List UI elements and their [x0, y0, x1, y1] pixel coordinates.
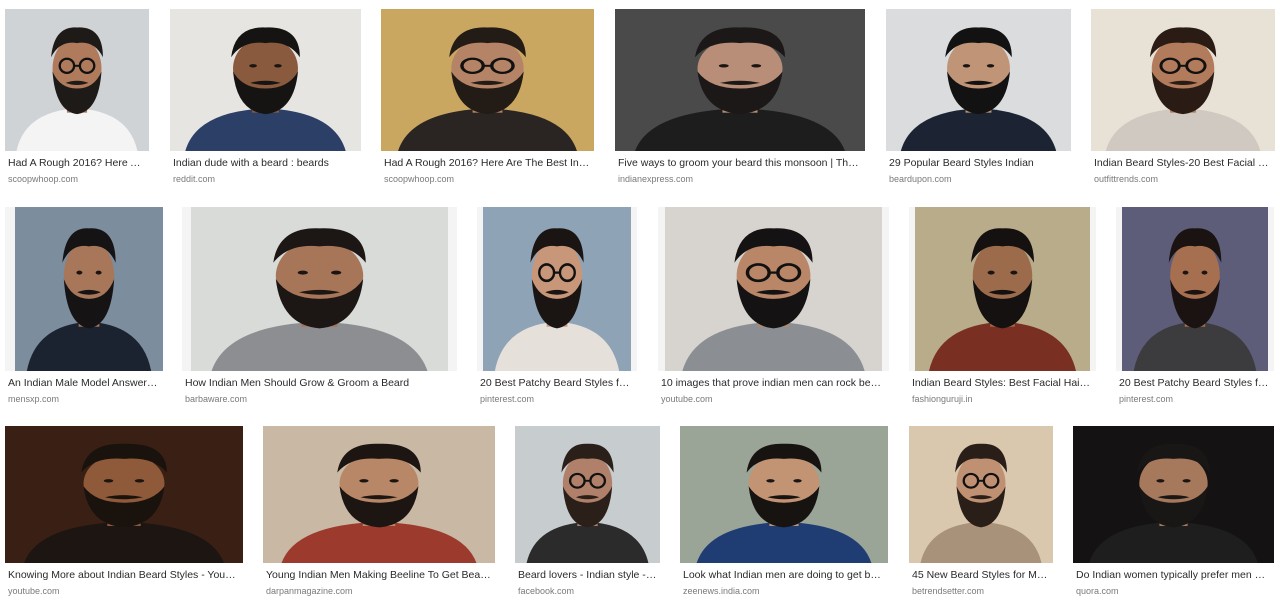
image-result-card[interactable]: Do Indian women typically prefer men wit… — [1073, 426, 1274, 601]
result-source-domain[interactable]: pinterest.com — [480, 394, 534, 405]
thumbnail-image[interactable] — [909, 426, 1053, 563]
thumbnail-image[interactable] — [680, 426, 888, 563]
image-result-card[interactable]: Indian dude with a beard : beards reddit.… — [170, 9, 361, 191]
thumbnail-frame[interactable] — [515, 426, 660, 563]
result-title-link[interactable]: Had A Rough 2016? Here Ar… — [8, 157, 146, 170]
thumbnail-frame[interactable] — [5, 426, 243, 563]
result-title-link[interactable]: 20 Best Patchy Beard Styles for … — [1119, 377, 1271, 390]
thumbnail-frame[interactable] — [5, 9, 149, 151]
thumbnail-image[interactable] — [665, 207, 882, 371]
result-source-domain[interactable]: mensxp.com — [8, 394, 59, 405]
image-result-card[interactable]: Had A Rough 2016? Here Are The Best Indi… — [381, 9, 594, 191]
result-source-domain[interactable]: outfittrends.com — [1094, 174, 1158, 185]
result-title-link[interactable]: 10 images that prove indian men can rock… — [661, 377, 886, 390]
result-source-domain[interactable]: fashionguruji.in — [912, 394, 973, 405]
result-title-link[interactable]: Indian Beard Styles-20 Best Facial Hai… — [1094, 157, 1272, 170]
result-source-domain[interactable]: scoopwhoop.com — [384, 174, 454, 185]
thumbnail-frame[interactable] — [1116, 207, 1274, 371]
thumbnail-frame[interactable] — [1091, 9, 1275, 151]
result-source-domain[interactable]: zeenews.india.com — [683, 586, 760, 597]
thumbnail-image[interactable] — [263, 426, 495, 563]
image-result-card[interactable]: Indian Beard Styles-20 Best Facial Hai… o… — [1091, 9, 1275, 191]
result-source-domain[interactable]: youtube.com — [661, 394, 713, 405]
result-source-domain[interactable]: darpanmagazine.com — [266, 586, 353, 597]
result-source-domain[interactable]: pinterest.com — [1119, 394, 1173, 405]
image-result-card[interactable]: Had A Rough 2016? Here Ar… scoopwhoop.com — [5, 9, 149, 191]
result-source-domain[interactable]: betrendsetter.com — [912, 586, 984, 597]
thumbnail-image[interactable] — [915, 207, 1090, 371]
result-title-link[interactable]: 29 Popular Beard Styles Indian — [889, 157, 1068, 170]
result-title-link[interactable]: Do Indian women typically prefer men wit… — [1076, 569, 1271, 582]
thumbnail-frame[interactable] — [1073, 426, 1274, 563]
thumbnail-frame[interactable] — [658, 207, 889, 371]
thumbnail-frame[interactable] — [5, 207, 163, 371]
result-title-link[interactable]: 45 New Beard Styles for Men… — [912, 569, 1050, 582]
result-title-link[interactable]: An Indian Male Model Answers 1… — [8, 377, 160, 390]
image-result-card[interactable]: Five ways to groom your beard this monso… — [615, 9, 865, 191]
thumbnail-image[interactable] — [1091, 9, 1275, 151]
result-source-domain[interactable]: youtube.com — [8, 586, 60, 597]
image-result-card[interactable]: Young Indian Men Making Beeline To Get B… — [263, 426, 495, 601]
thumbnail-frame[interactable] — [909, 426, 1053, 563]
thumbnail-image[interactable] — [5, 426, 243, 563]
thumbnail-frame[interactable] — [886, 9, 1071, 151]
thumbnail-image[interactable] — [5, 9, 149, 151]
result-title-link[interactable]: Indian Beard Styles: Best Facial Hairsty… — [912, 377, 1093, 390]
result-source-domain[interactable]: scoopwhoop.com — [8, 174, 78, 185]
thumbnail-image[interactable] — [15, 207, 163, 371]
result-title-link[interactable]: Five ways to groom your beard this monso… — [618, 157, 862, 170]
image-result-card[interactable]: 45 New Beard Styles for Men… betrendsette… — [909, 426, 1053, 601]
image-result-card[interactable]: 20 Best Patchy Beard Styles for … pintere… — [477, 207, 637, 411]
image-result-card[interactable]: 20 Best Patchy Beard Styles for … pintere… — [1116, 207, 1274, 411]
thumbnail-frame[interactable] — [615, 9, 865, 151]
image-results-grid: Had A Rough 2016? Here Ar… scoopwhoop.com… — [0, 0, 1280, 601]
thumbnail-image[interactable] — [381, 9, 594, 151]
result-title-link[interactable]: How Indian Men Should Grow & Groom a Bea… — [185, 377, 454, 390]
thumbnail-frame[interactable] — [263, 426, 495, 563]
result-source-domain[interactable]: reddit.com — [173, 174, 215, 185]
thumbnail-image[interactable] — [886, 9, 1071, 151]
thumbnail-image[interactable] — [515, 426, 660, 563]
result-source-domain[interactable]: indianexpress.com — [618, 174, 693, 185]
result-source-domain[interactable]: quora.com — [1076, 586, 1119, 597]
image-result-card[interactable]: 29 Popular Beard Styles Indian beardupon.… — [886, 9, 1071, 191]
image-result-card[interactable]: Look what Indian men are doing to get be… — [680, 426, 888, 601]
result-source-domain[interactable]: barbaware.com — [185, 394, 247, 405]
image-result-card[interactable]: Beard lovers - Indian style - … facebook.… — [515, 426, 660, 601]
thumbnail-frame[interactable] — [680, 426, 888, 563]
thumbnail-frame[interactable] — [909, 207, 1096, 371]
thumbnail-image[interactable] — [170, 9, 361, 151]
result-source-domain[interactable]: beardupon.com — [889, 174, 952, 185]
thumbnail-image[interactable] — [191, 207, 448, 371]
image-result-card[interactable]: An Indian Male Model Answers 1… mensxp.co… — [5, 207, 163, 411]
image-result-card[interactable]: How Indian Men Should Grow & Groom a Bea… — [182, 207, 457, 411]
thumbnail-frame[interactable] — [182, 207, 457, 371]
result-title-link[interactable]: Had A Rough 2016? Here Are The Best Indi… — [384, 157, 591, 170]
result-title-link[interactable]: Beard lovers - Indian style - … — [518, 569, 657, 582]
thumbnail-image[interactable] — [615, 9, 865, 151]
result-title-link[interactable]: Young Indian Men Making Beeline To Get B… — [266, 569, 492, 582]
thumbnail-frame[interactable] — [477, 207, 637, 371]
thumbnail-image[interactable] — [1073, 426, 1274, 563]
thumbnail-image[interactable] — [1122, 207, 1268, 371]
thumbnail-frame[interactable] — [170, 9, 361, 151]
thumbnail-image[interactable] — [483, 207, 631, 371]
image-result-card[interactable]: Indian Beard Styles: Best Facial Hairsty… — [909, 207, 1096, 411]
result-title-link[interactable]: Indian dude with a beard : beards — [173, 157, 358, 170]
result-source-domain[interactable]: facebook.com — [518, 586, 574, 597]
result-title-link[interactable]: Look what Indian men are doing to get be… — [683, 569, 885, 582]
thumbnail-frame[interactable] — [381, 9, 594, 151]
result-title-link[interactable]: Knowing More about Indian Beard Styles -… — [8, 569, 240, 582]
image-result-card[interactable]: Knowing More about Indian Beard Styles -… — [5, 426, 243, 601]
result-title-link[interactable]: 20 Best Patchy Beard Styles for … — [480, 377, 634, 390]
image-result-card[interactable]: 10 images that prove indian men can rock… — [658, 207, 889, 411]
